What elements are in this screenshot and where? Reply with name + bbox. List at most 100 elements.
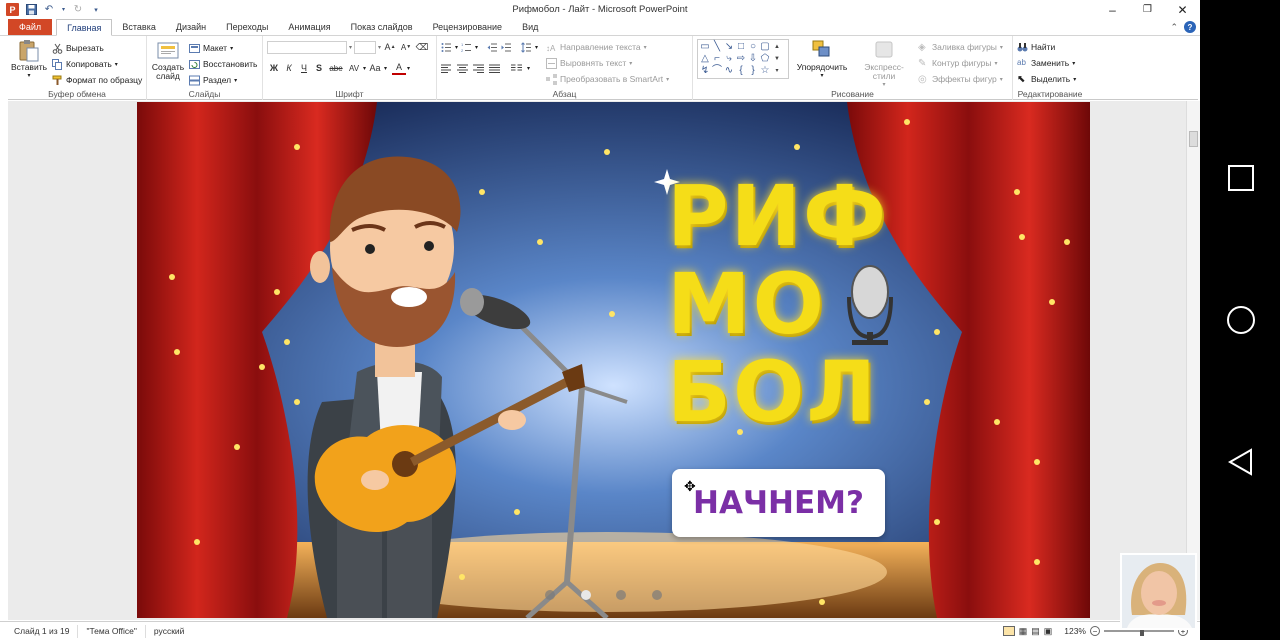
home-icon[interactable]	[1226, 305, 1256, 335]
smartart-button[interactable]: Преобразовать в SmartArt ▾	[546, 71, 669, 87]
text-box-shape-icon[interactable]: ▭	[699, 41, 711, 53]
align-left-icon[interactable]	[441, 63, 452, 74]
font-size-combo[interactable]	[354, 40, 377, 54]
find-button[interactable]: Найти	[1017, 39, 1083, 55]
case-dropdown-icon[interactable]: ▾	[384, 65, 387, 72]
back-icon[interactable]	[1226, 447, 1256, 477]
arrow-shape-icon[interactable]: ↘	[723, 41, 735, 53]
ribbon-collapse-icon[interactable]: ⌃	[1170, 22, 1178, 33]
shape-effects-button[interactable]: ◎ Эффекты фигур ▾	[918, 71, 1003, 87]
save-icon[interactable]	[25, 4, 37, 16]
change-case-button[interactable]: Aa	[367, 62, 383, 75]
spacing-dropdown-icon[interactable]: ▾	[363, 65, 366, 72]
tab-slide-show[interactable]: Показ слайдов	[341, 19, 423, 35]
tab-transitions[interactable]: Переходы	[216, 19, 278, 35]
gallery-down-icon[interactable]: ▼	[771, 53, 783, 65]
curve-shape-icon[interactable]: ⌒	[711, 65, 723, 77]
shape-fill-button[interactable]: ◈ Заливка фигуры ▾	[918, 39, 1003, 55]
right-brace-shape-icon[interactable]: }	[747, 65, 759, 77]
tab-design[interactable]: Дизайн	[166, 19, 216, 35]
format-painter-button[interactable]: Формат по образцу	[52, 72, 142, 88]
right-arrow-shape-icon[interactable]: ⇨	[735, 53, 747, 65]
font-color-button[interactable]: A	[392, 62, 407, 75]
tab-home[interactable]: Главная	[56, 19, 113, 36]
copy-button[interactable]: Копировать ▾	[52, 56, 142, 72]
minimize-button[interactable]: –	[1095, 0, 1130, 19]
increase-indent-icon[interactable]	[501, 42, 512, 53]
oval-shape-icon[interactable]: ○	[747, 41, 759, 53]
rounded-rect-shape-icon[interactable]: ▢	[759, 41, 771, 53]
start-button[interactable]: НАЧНЕМ?	[672, 469, 885, 537]
rectangle-shape-icon[interactable]: □	[735, 41, 747, 53]
bold-button[interactable]: Ж	[267, 62, 281, 75]
clear-formatting-icon[interactable]: ⌫	[415, 41, 429, 54]
text-direction-button[interactable]: ↕A Направление текста ▾	[546, 39, 669, 55]
zoom-out-icon[interactable]: −	[1090, 626, 1100, 636]
italic-button[interactable]: К	[282, 62, 296, 75]
underline-button[interactable]: Ч	[297, 62, 311, 75]
undo-dropdown-icon[interactable]: ▾	[61, 4, 66, 16]
shrink-font-icon[interactable]: A ▼	[399, 41, 413, 54]
layout-button[interactable]: Макет ▾	[189, 40, 257, 56]
slide-canvas[interactable]: РИФ МО БОЛ НАЧНЕМ? ✥	[137, 102, 1090, 618]
columns-icon[interactable]	[511, 63, 522, 74]
line-shape-icon[interactable]: ╲	[711, 41, 723, 53]
gallery-more-icon[interactable]: ▾	[771, 65, 783, 77]
freeform-shape-icon[interactable]: ∿	[723, 65, 735, 77]
justify-icon[interactable]	[489, 63, 500, 74]
tab-file[interactable]: Файл	[8, 19, 53, 35]
normal-view-icon[interactable]	[1002, 626, 1015, 636]
flowchart-shape-icon[interactable]: ⬠	[759, 53, 771, 65]
line-spacing-icon[interactable]	[521, 41, 532, 53]
slideshow-view-icon[interactable]: ▣	[1044, 626, 1053, 637]
font-size-dropdown-icon[interactable]: ▾	[378, 44, 381, 51]
section-button[interactable]: Раздел ▾	[189, 72, 257, 88]
star-shape-icon[interactable]: ☆	[759, 65, 771, 77]
font-name-dropdown-icon[interactable]: ▾	[349, 44, 352, 51]
elbow-connector-icon[interactable]: ⌐	[711, 53, 723, 65]
scrollbar-thumb[interactable]	[1189, 131, 1198, 147]
align-right-icon[interactable]	[473, 63, 484, 74]
left-brace-shape-icon[interactable]: {	[735, 65, 747, 77]
zoom-level[interactable]: 123%	[1064, 626, 1086, 636]
shapes-gallery[interactable]: ▭ ╲ ↘ □ ○ ▢ ▲ △ ⌐ ⤷ ⇨ ⇩ ⬠ ▼ ↯ ⌒ ∿{} ☆ ▾	[697, 39, 789, 79]
reset-button[interactable]: Восстановить	[189, 56, 257, 72]
decrease-indent-icon[interactable]	[487, 42, 498, 53]
bullets-icon[interactable]	[441, 42, 452, 53]
tab-view[interactable]: Вид	[512, 19, 548, 35]
align-center-icon[interactable]	[457, 63, 468, 74]
shape-outline-button[interactable]: ✎ Контур фигуры ▾	[918, 55, 1003, 71]
numbering-dropdown-icon[interactable]: ▾	[475, 44, 478, 51]
close-button[interactable]: ✕	[1165, 0, 1200, 19]
reading-view-icon[interactable]: ▤	[1031, 626, 1040, 637]
customize-toolbar-icon[interactable]: ▾	[90, 4, 102, 16]
numbering-icon[interactable]: 12	[461, 42, 472, 53]
tab-animations[interactable]: Анимация	[278, 19, 340, 35]
select-button[interactable]: ⬉ Выделить ▾	[1017, 71, 1083, 87]
columns-dropdown-icon[interactable]: ▾	[527, 65, 530, 72]
language-indicator[interactable]: русский	[146, 625, 193, 638]
font-color-dropdown-icon[interactable]: ▾	[407, 65, 410, 72]
strikethrough-button[interactable]: abe	[327, 62, 345, 75]
redo-icon[interactable]: ↻	[72, 4, 84, 16]
copy-dropdown-icon[interactable]: ▾	[115, 61, 118, 68]
font-name-combo[interactable]	[267, 40, 347, 54]
slide-sorter-icon[interactable]: ▦	[1019, 626, 1028, 637]
help-icon[interactable]: ?	[1184, 21, 1196, 33]
tab-review[interactable]: Рецензирование	[423, 19, 513, 35]
zoom-slider[interactable]	[1104, 626, 1174, 636]
restore-button[interactable]: ❐	[1130, 0, 1165, 19]
undo-icon[interactable]: ↶	[43, 4, 55, 16]
vertical-scrollbar[interactable]	[1186, 101, 1200, 620]
down-arrow-shape-icon[interactable]: ⇩	[747, 53, 759, 65]
cut-button[interactable]: Вырезать	[52, 40, 142, 56]
triangle-shape-icon[interactable]: △	[699, 53, 711, 65]
align-text-button[interactable]: Выровнять текст ▾	[546, 55, 669, 71]
elbow-arrow-icon[interactable]: ⤷	[723, 53, 735, 65]
replace-button[interactable]: ab Заменить ▾	[1017, 55, 1083, 71]
tab-insert[interactable]: Вставка	[112, 19, 165, 35]
line-spacing-dropdown-icon[interactable]: ▾	[535, 44, 538, 51]
bullets-dropdown-icon[interactable]: ▾	[455, 44, 458, 51]
character-spacing-button[interactable]: AV	[346, 62, 362, 75]
gallery-up-icon[interactable]: ▲	[771, 41, 783, 53]
